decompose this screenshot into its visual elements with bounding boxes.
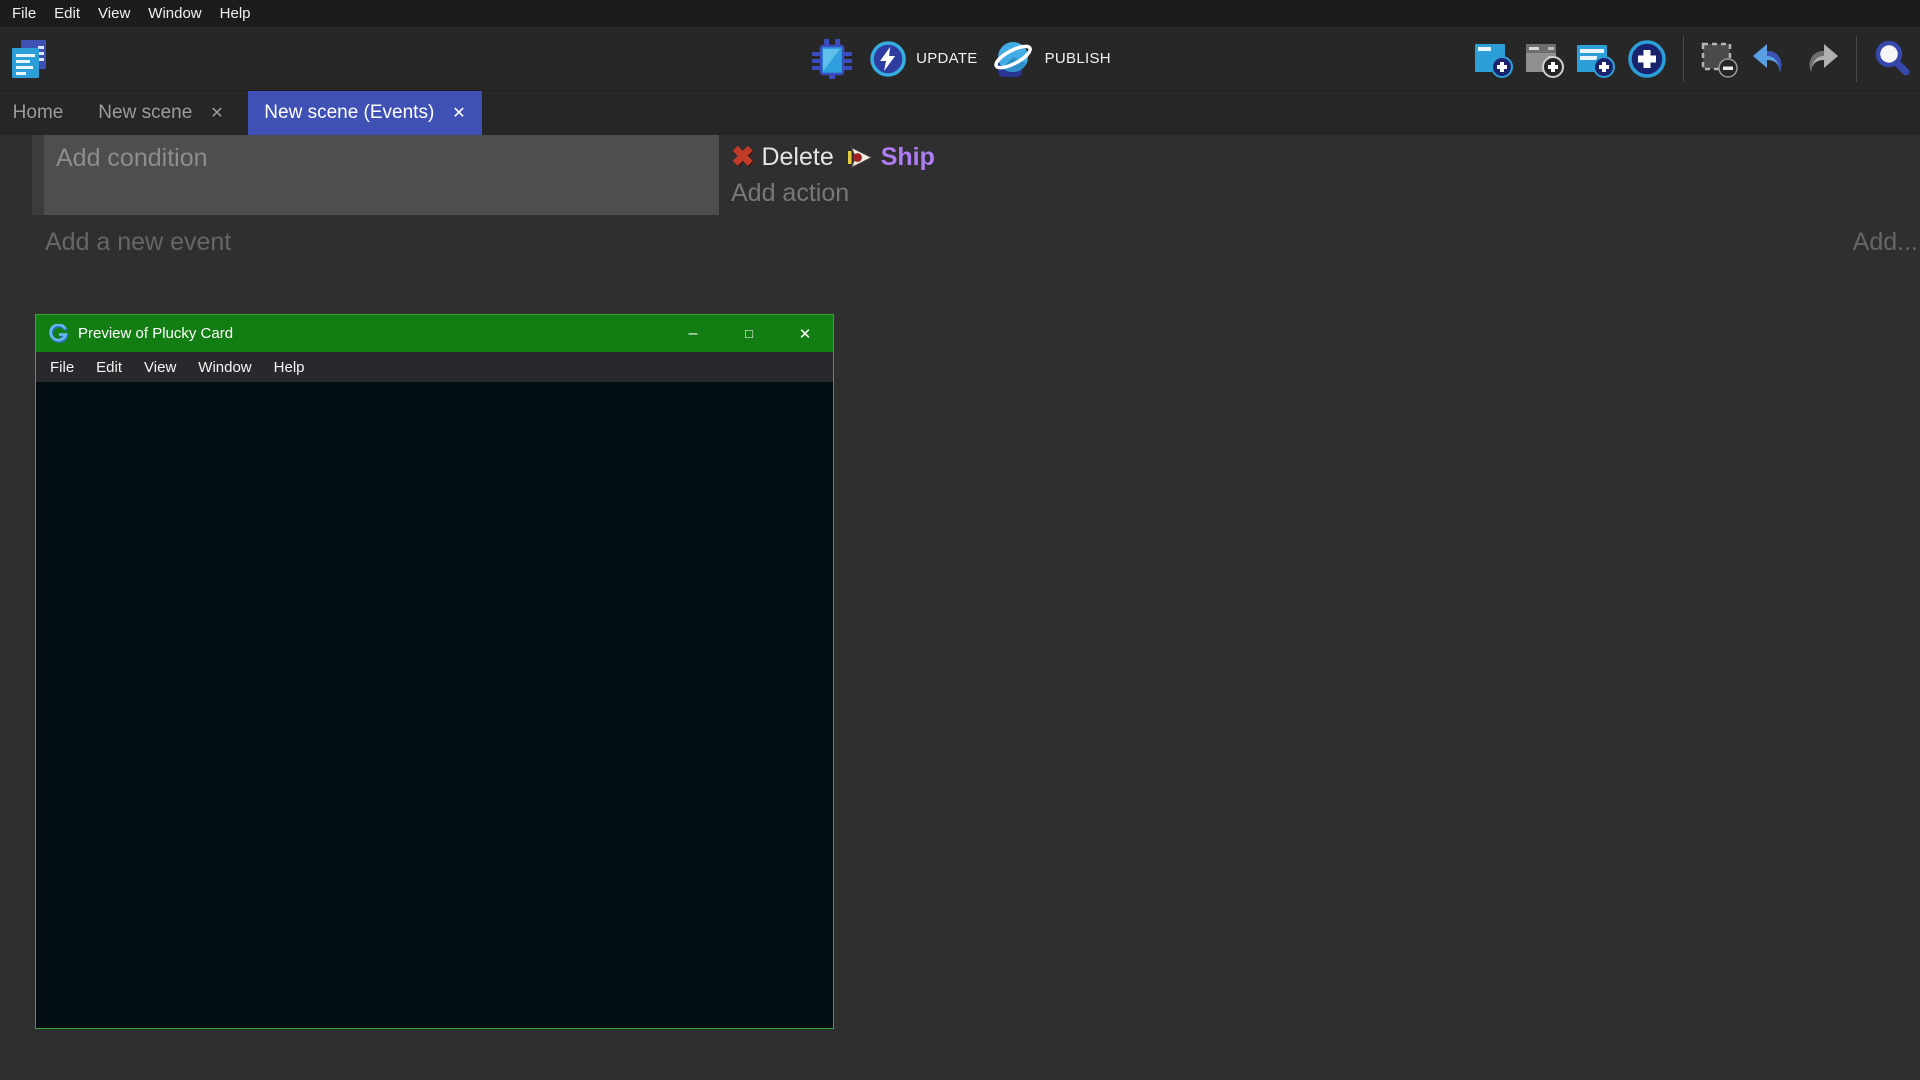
undo-icon — [1750, 39, 1790, 79]
publish-button[interactable]: PUBLISH — [992, 37, 1111, 81]
toolbar-separator — [1856, 36, 1857, 82]
main-menu-bar: File Edit View Window Help — [0, 0, 1920, 27]
debug-icon — [809, 38, 855, 80]
menu-item-view[interactable]: View — [89, 5, 139, 22]
preview-menu-file[interactable]: File — [39, 359, 85, 376]
tab-label: New scene (Events) — [264, 102, 434, 124]
add-comment-button[interactable] — [1575, 39, 1615, 79]
toolbar-right-group — [1473, 27, 1912, 90]
add-subevent-icon — [1524, 39, 1564, 79]
action-verb: Delete — [761, 143, 833, 172]
project-manager-icon — [7, 36, 51, 82]
preview-menu-view[interactable]: View — [133, 359, 187, 376]
main-toolbar: UPDATE PUBLISH — [0, 27, 1920, 90]
add-event-choose-button[interactable] — [1626, 38, 1668, 80]
search-icon — [1872, 39, 1912, 79]
redo-button[interactable] — [1801, 39, 1841, 79]
search-button[interactable] — [1872, 39, 1912, 79]
preview-menu-edit[interactable]: Edit — [85, 359, 133, 376]
add-event-button[interactable] — [1473, 39, 1513, 79]
tab-label: Home — [13, 102, 64, 124]
preview-menu-bar: File Edit View Window Help — [36, 352, 833, 382]
preview-window-title: Preview of Plucky Card — [78, 325, 233, 342]
toolbar-center-group: UPDATE PUBLISH — [809, 27, 1111, 90]
ship-object-icon — [847, 145, 874, 170]
debug-button[interactable] — [809, 38, 855, 80]
gdevelop-logo-icon — [49, 324, 69, 344]
add-action-placeholder[interactable]: Add action — [731, 179, 1920, 208]
maximize-button[interactable]: □ — [721, 315, 777, 352]
editor-tab-bar: Home New scene ✕ New scene (Events) ✕ — [0, 90, 1920, 135]
menu-item-window[interactable]: Window — [139, 5, 210, 22]
menu-item-edit[interactable]: Edit — [45, 5, 89, 22]
condition-cell[interactable]: Add condition — [44, 135, 719, 215]
delete-event-button[interactable] — [1699, 39, 1739, 79]
tab-label: New scene — [98, 102, 192, 124]
action-cell: ✖ Delete Ship Add action — [731, 135, 1920, 215]
minimize-button[interactable]: – — [665, 315, 721, 352]
action-delete-ship[interactable]: ✖ Delete Ship — [731, 138, 1920, 176]
menu-item-file[interactable]: File — [3, 5, 45, 22]
tab-new-scene-events[interactable]: New scene (Events) ✕ — [248, 91, 482, 135]
tab-home[interactable]: Home — [0, 91, 76, 135]
tab-new-scene[interactable]: New scene ✕ — [76, 91, 246, 135]
preview-window: Preview of Plucky Card – □ ✕ File Edit V… — [35, 314, 834, 1029]
delete-event-icon — [1699, 39, 1739, 79]
update-bolt-icon — [869, 40, 907, 78]
add-event-icon — [1473, 39, 1513, 79]
preview-window-controls: – □ ✕ — [665, 315, 833, 352]
add-overflow-button[interactable]: Add... — [1853, 228, 1918, 257]
preview-menu-help[interactable]: Help — [263, 359, 316, 376]
update-label: UPDATE — [916, 50, 978, 67]
preview-titlebar[interactable]: Preview of Plucky Card – □ ✕ — [36, 315, 833, 352]
add-subevent-button[interactable] — [1524, 39, 1564, 79]
add-condition-placeholder[interactable]: Add condition — [56, 144, 208, 172]
tab-close-icon[interactable]: ✕ — [452, 103, 465, 123]
preview-game-canvas[interactable] — [36, 382, 833, 1028]
tab-close-icon[interactable]: ✕ — [210, 103, 223, 123]
update-button[interactable]: UPDATE — [869, 40, 978, 78]
add-event-choose-icon — [1626, 38, 1668, 80]
redo-icon — [1801, 39, 1841, 79]
event-row-gutter — [32, 135, 44, 215]
publish-sphere-icon — [992, 37, 1036, 81]
gdevelop-main-window: File Edit View Window Help — [0, 0, 1920, 1080]
add-comment-icon — [1575, 39, 1615, 79]
menu-item-help[interactable]: Help — [211, 5, 260, 22]
preview-menu-window[interactable]: Window — [187, 359, 262, 376]
project-manager-button[interactable] — [6, 35, 52, 83]
close-button[interactable]: ✕ — [777, 315, 833, 352]
add-new-event-placeholder[interactable]: Add a new event — [45, 228, 231, 257]
publish-label: PUBLISH — [1045, 50, 1111, 67]
action-object-name: Ship — [881, 143, 935, 172]
undo-button[interactable] — [1750, 39, 1790, 79]
delete-action-icon: ✖ — [731, 143, 754, 171]
toolbar-separator — [1683, 36, 1684, 82]
